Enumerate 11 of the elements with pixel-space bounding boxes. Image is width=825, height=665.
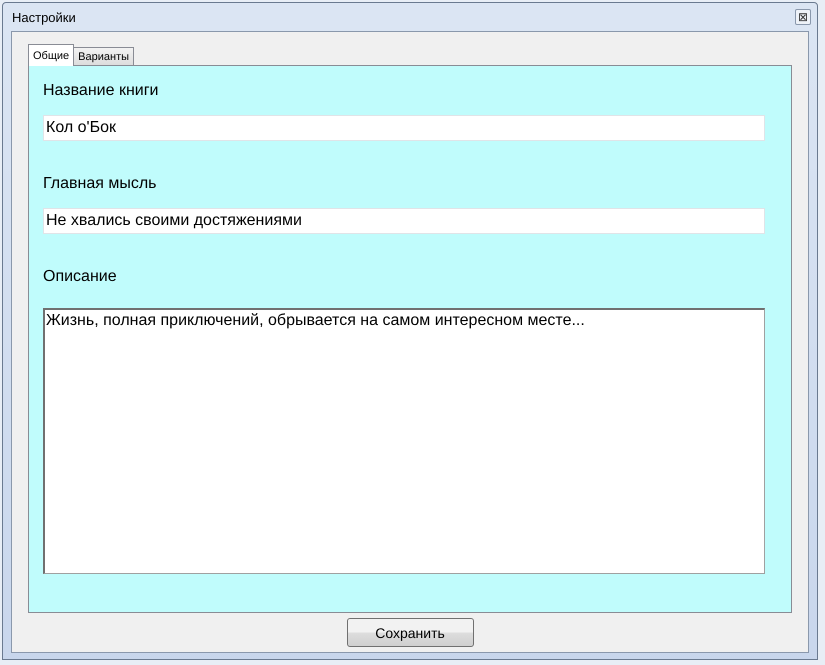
input-field[interactable]: Кол о'Бок [43, 115, 765, 141]
close-button[interactable]: ⊠ [795, 9, 811, 25]
input-field[interactable]: Не хвались своими достяжениями [43, 208, 765, 234]
window-title: Настройки [12, 10, 76, 24]
tab[interactable]: Варианты [73, 47, 134, 66]
field-label: Описание [43, 268, 118, 286]
field-label: Название книги [43, 82, 160, 100]
tab[interactable]: Общие [28, 44, 74, 66]
field-label: Главная мысль [43, 175, 158, 193]
save-button[interactable]: Сохранить [346, 618, 474, 647]
description-field[interactable]: Жизнь, полная приключений, обрывается на самом интересном месте... [43, 308, 765, 574]
